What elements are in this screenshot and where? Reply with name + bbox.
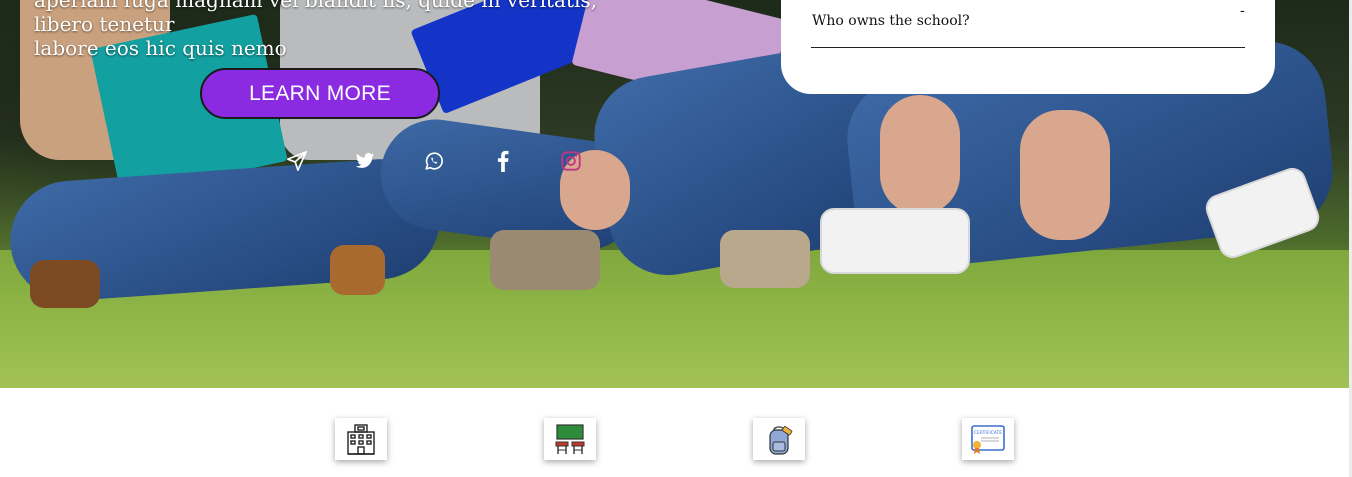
school-bag-icon	[769, 426, 793, 455]
certificate-icon: CERTIFICATE	[971, 425, 1005, 454]
faq-card: Who owns the school? -	[781, 0, 1275, 94]
student-shoe	[720, 230, 810, 288]
feature-tile-classroom[interactable]	[544, 418, 596, 460]
whatsapp-icon[interactable]	[421, 148, 447, 174]
school-building-icon	[347, 424, 375, 455]
instagram-icon[interactable]	[558, 148, 584, 174]
student-hand	[1020, 110, 1110, 240]
feature-tile-certificate[interactable]: CERTIFICATE	[962, 418, 1014, 460]
faq-collapse-toggle[interactable]: -	[1240, 3, 1245, 19]
feature-tile-school-bag[interactable]	[753, 418, 805, 460]
student-shoe	[30, 260, 100, 308]
feature-tile-school[interactable]	[335, 418, 387, 460]
faq-question[interactable]: Who owns the school?	[812, 13, 970, 29]
hero-text-line: aperiam fuga magnam vel blandit iis, qui…	[34, 0, 598, 36]
learn-more-button[interactable]: LEARN MORE	[200, 68, 440, 119]
hero-description: aperiam fuga magnam vel blandit iis, qui…	[34, 0, 654, 60]
hero-banner: aperiam fuga magnam vel blandit iis, qui…	[0, 0, 1349, 388]
facebook-icon[interactable]	[490, 148, 516, 174]
twitter-icon[interactable]	[352, 148, 378, 174]
student-shoe	[330, 245, 385, 295]
classroom-icon	[555, 424, 585, 454]
hero-text-line: labore eos hic quis nemo	[34, 36, 287, 60]
features-row: CERTIFICATE	[0, 388, 1352, 477]
student-hand	[880, 95, 960, 215]
student-shoe	[490, 230, 600, 290]
certificate-label: CERTIFICATE	[974, 430, 1002, 436]
telegram-icon[interactable]	[284, 148, 310, 174]
student-sneaker	[820, 208, 970, 274]
faq-divider	[811, 47, 1245, 48]
